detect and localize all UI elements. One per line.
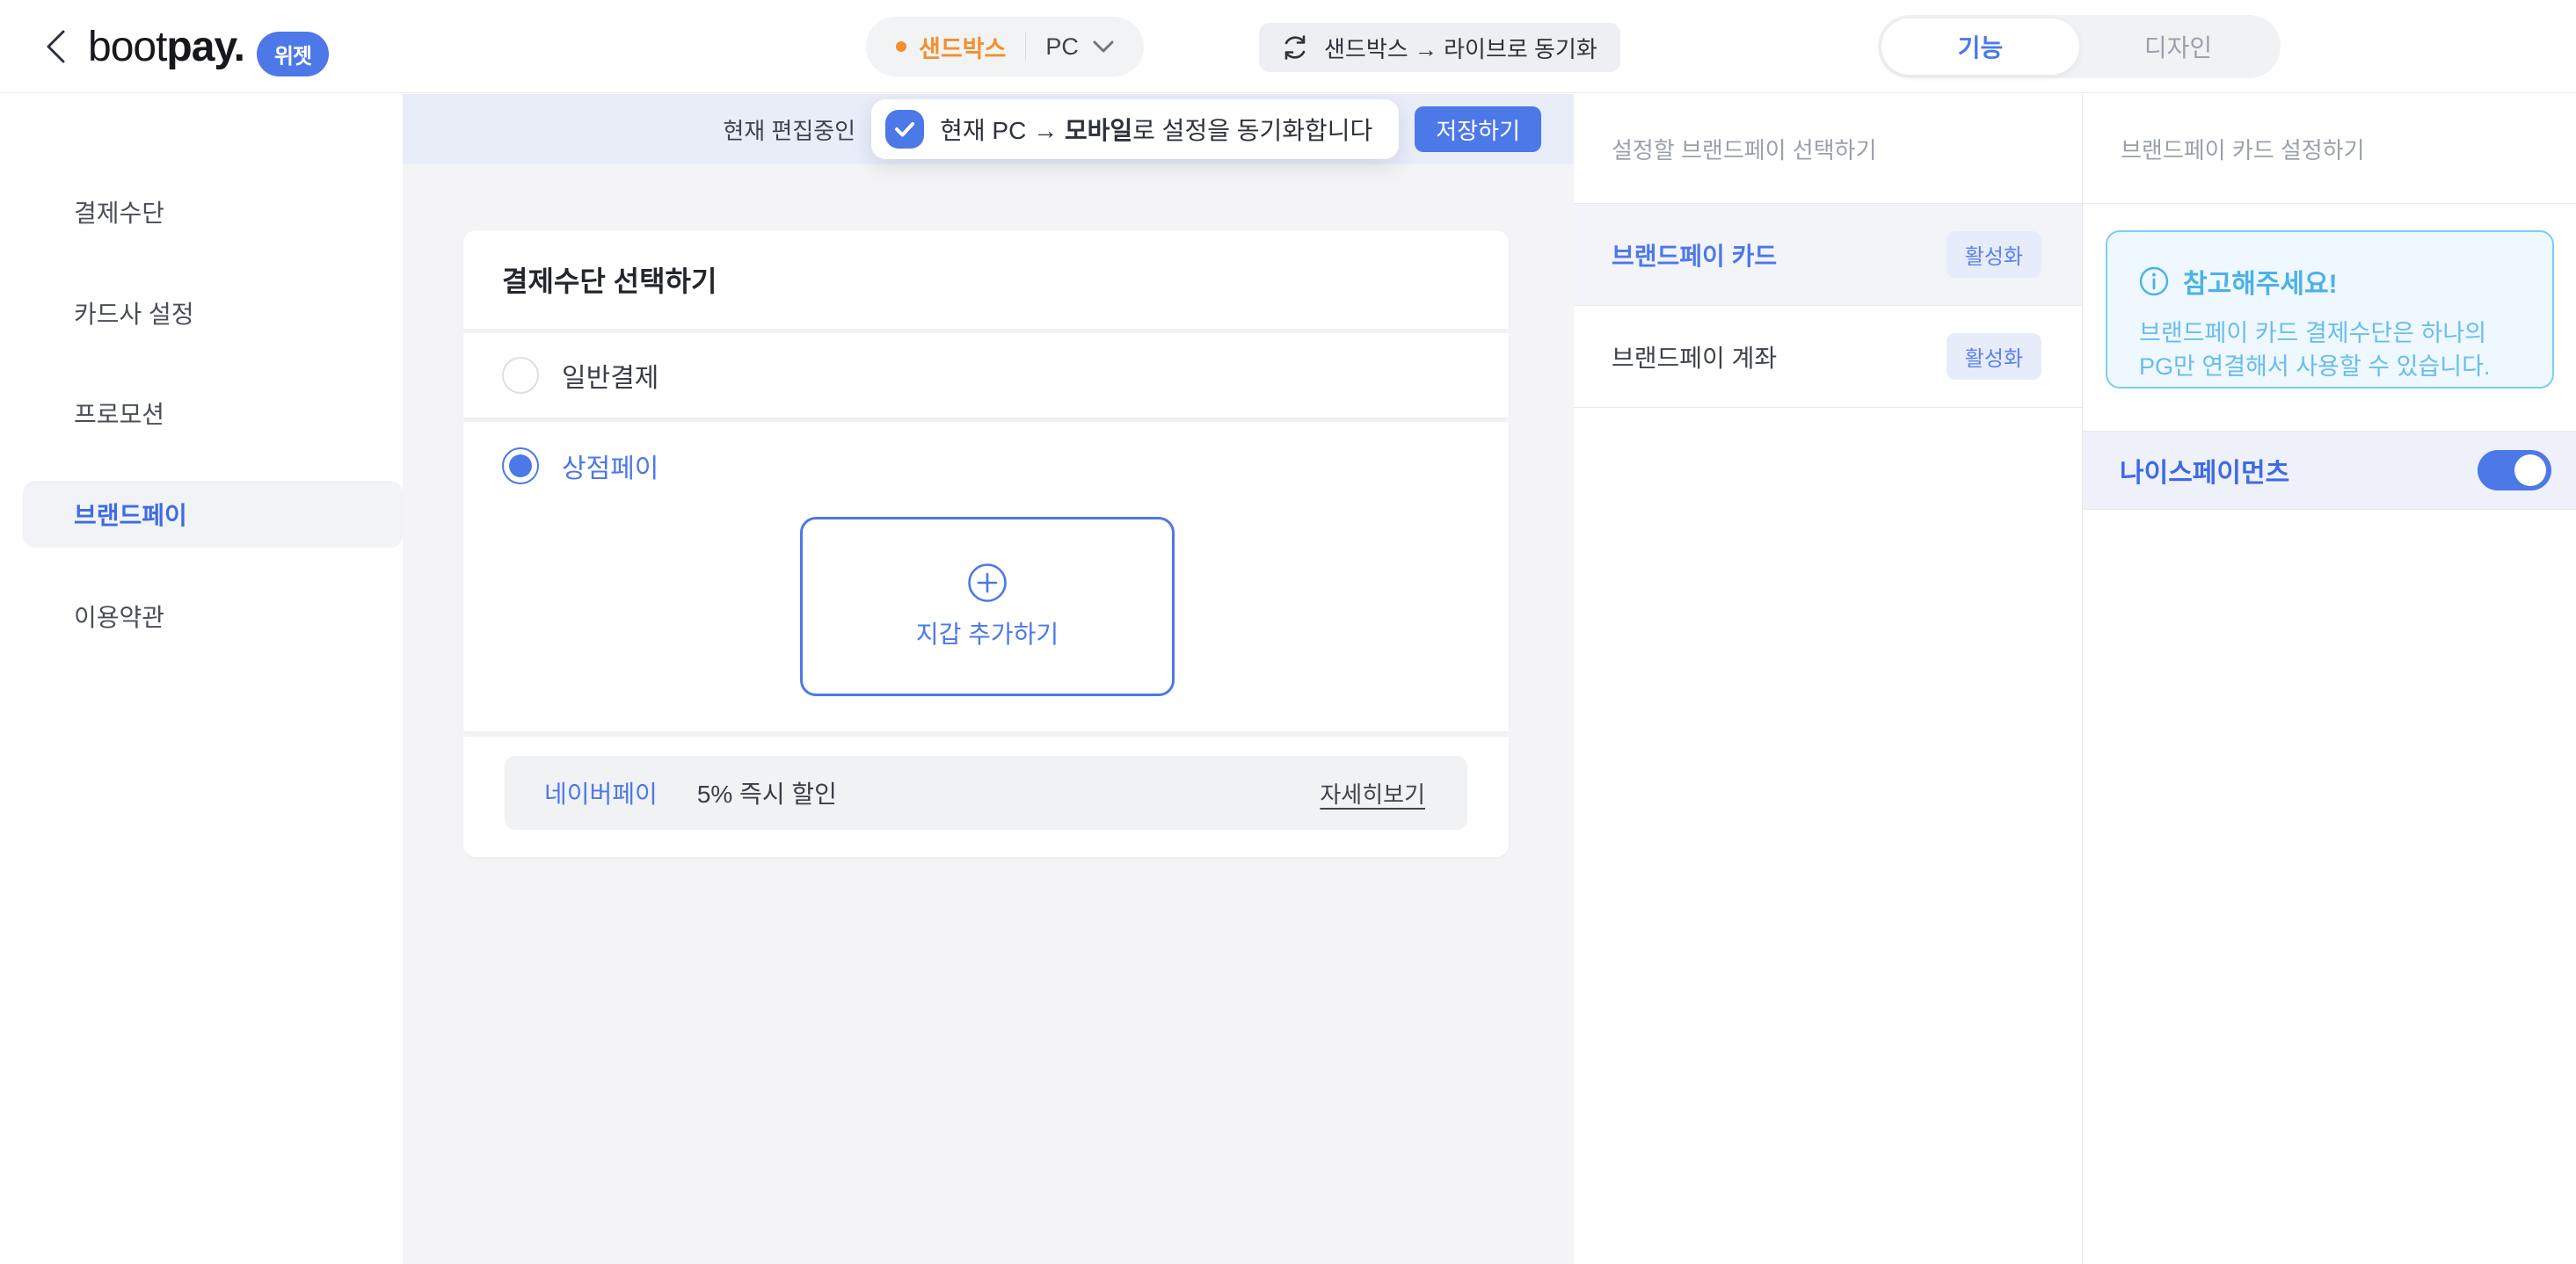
notice-box: 참고해주세요! 브랜드페이 카드 결제수단은 하나의 PG만 연결해서 사용할 … xyxy=(2106,230,2554,389)
environment-label: 샌드박스 xyxy=(919,30,1006,64)
sidebar-nav: 결제수단 카드사 설정 프로모션 브랜드페이 이용약관 xyxy=(0,94,403,1264)
sidebar-item-brandpay[interactable]: 브랜드페이 xyxy=(23,481,403,548)
promo-section: 네이버페이 5% 즉시 할인 자세히보기 xyxy=(463,737,1509,857)
brandpay-select-panel: 설정할 브랜드페이 선택하기 브랜드페이 카드 활성화 브랜드페이 계좌 활성화 xyxy=(1574,94,2082,1264)
sync-settings-popover: 현재 PC → 모바일로 설정을 동기화합니다 xyxy=(871,99,1399,159)
sidebar-item-terms[interactable]: 이용약관 xyxy=(23,583,403,650)
info-icon xyxy=(2139,266,2169,296)
logo-text-regular: boot xyxy=(88,23,166,71)
logo-text-bold: pay. xyxy=(166,23,244,71)
sidebar-item-promotion[interactable]: 프로모션 xyxy=(23,380,403,447)
radio-checked-icon[interactable] xyxy=(502,447,539,484)
back-chevron-icon xyxy=(44,29,67,64)
add-wallet-label: 지갑 추가하기 xyxy=(916,615,1059,650)
sync-to-live-button[interactable]: 샌드박스 → 라이브로 동기화 xyxy=(1259,23,1620,72)
widget-preview-area: 현재 편집중인 현재 PC → 모바일로 설정을 동기화합니다 저장하기 결제수… xyxy=(403,94,1574,1264)
notice-title: 참고해주세요! xyxy=(2183,262,2338,301)
top-header: bootpay. 위젯 샌드박스 PC 샌드박스 → 라이브로 동기화 기능 디… xyxy=(0,0,2576,93)
editing-banner: 현재 편집중인 현재 PC → 모바일로 설정을 동기화합니다 저장하기 xyxy=(403,94,1574,164)
settings-panel-title: 브랜드페이 카드 설정하기 xyxy=(2083,94,2576,204)
pg-provider-row: 나이스페이먼츠 xyxy=(2083,431,2576,510)
radio-unchecked-icon[interactable] xyxy=(502,357,539,394)
panel-tabs: 기능 디자인 xyxy=(1878,15,2281,78)
pg-provider-label: 나이스페이먼츠 xyxy=(2120,451,2289,490)
option-store-pay-section: 상점페이 지갑 추가하기 xyxy=(463,422,1509,731)
sync-label-bold: 모바일 xyxy=(1065,117,1132,144)
tab-design[interactable]: 디자인 xyxy=(2079,18,2277,75)
brandpay-item-label: 브랜드페이 계좌 xyxy=(1612,339,1777,374)
promo-row: 네이버페이 5% 즉시 할인 자세히보기 xyxy=(505,756,1467,830)
save-button[interactable]: 저장하기 xyxy=(1415,106,1541,152)
promo-provider: 네이버페이 xyxy=(544,775,658,810)
back-button[interactable] xyxy=(33,25,77,69)
sandbox-status-dot xyxy=(896,41,906,52)
brandpay-card-settings-panel: 브랜드페이 카드 설정하기 참고해주세요! 브랜드페이 카드 결제수단은 하나의… xyxy=(2083,94,2576,1264)
brandpay-panel-title: 설정할 브랜드페이 선택하기 xyxy=(1574,94,2082,204)
promo-details-link[interactable]: 자세히보기 xyxy=(1320,777,1425,810)
option-label: 상점페이 xyxy=(562,447,659,485)
sidebar-item-payment-methods[interactable]: 결제수단 xyxy=(23,178,403,245)
option-store-pay[interactable]: 상점페이 xyxy=(463,422,1509,510)
option-label: 일반결제 xyxy=(562,356,659,395)
brandpay-item-label: 브랜드페이 카드 xyxy=(1612,237,1777,272)
editing-banner-text: 현재 편집중인 xyxy=(724,113,855,146)
promo-description: 5% 즉시 할인 xyxy=(697,775,837,810)
status-badge: 활성화 xyxy=(1947,333,2041,380)
chevron-down-icon xyxy=(1093,40,1114,54)
sync-checkbox-label: 현재 PC → 모바일로 설정을 동기화합니다 xyxy=(940,112,1372,147)
add-wallet-button[interactable]: 지갑 추가하기 xyxy=(800,517,1175,696)
sync-checkbox[interactable] xyxy=(885,110,924,149)
payment-card-title: 결제수단 선택하기 xyxy=(463,230,1509,329)
check-icon xyxy=(894,120,915,138)
divider xyxy=(1025,33,1026,61)
option-general-payment[interactable]: 일반결제 xyxy=(463,333,1509,418)
sync-label-suffix: 로 설정을 동기화합니다 xyxy=(1132,117,1372,144)
sidebar-item-card-settings[interactable]: 카드사 설정 xyxy=(23,280,403,346)
refresh-icon xyxy=(1282,34,1308,61)
plus-circle-icon xyxy=(967,563,1008,603)
brandpay-item-card[interactable]: 브랜드페이 카드 활성화 xyxy=(1574,204,2082,306)
sync-label-prefix: 현재 PC → xyxy=(940,117,1065,144)
brandpay-item-account[interactable]: 브랜드페이 계좌 활성화 xyxy=(1574,306,2082,408)
toggle-knob xyxy=(2514,454,2546,486)
sync-to-live-label: 샌드박스 → 라이브로 동기화 xyxy=(1324,32,1597,64)
pg-enabled-toggle[interactable] xyxy=(2478,450,2551,490)
device-dropdown[interactable]: PC xyxy=(1045,33,1114,61)
status-badge: 활성화 xyxy=(1947,231,2041,278)
bootpay-logo: bootpay. 위젯 xyxy=(88,0,329,93)
payment-method-card: 결제수단 선택하기 일반결제 상점페이 지갑 추가하기 네이버페이 xyxy=(463,230,1509,857)
notice-body: 브랜드페이 카드 결제수단은 하나의 PG만 연결해서 사용할 수 있습니다. xyxy=(2139,316,2526,383)
environment-selector[interactable]: 샌드박스 PC xyxy=(866,17,1144,76)
device-label: PC xyxy=(1045,33,1079,61)
tab-function[interactable]: 기능 xyxy=(1881,18,2079,75)
widget-badge: 위젯 xyxy=(257,32,329,76)
